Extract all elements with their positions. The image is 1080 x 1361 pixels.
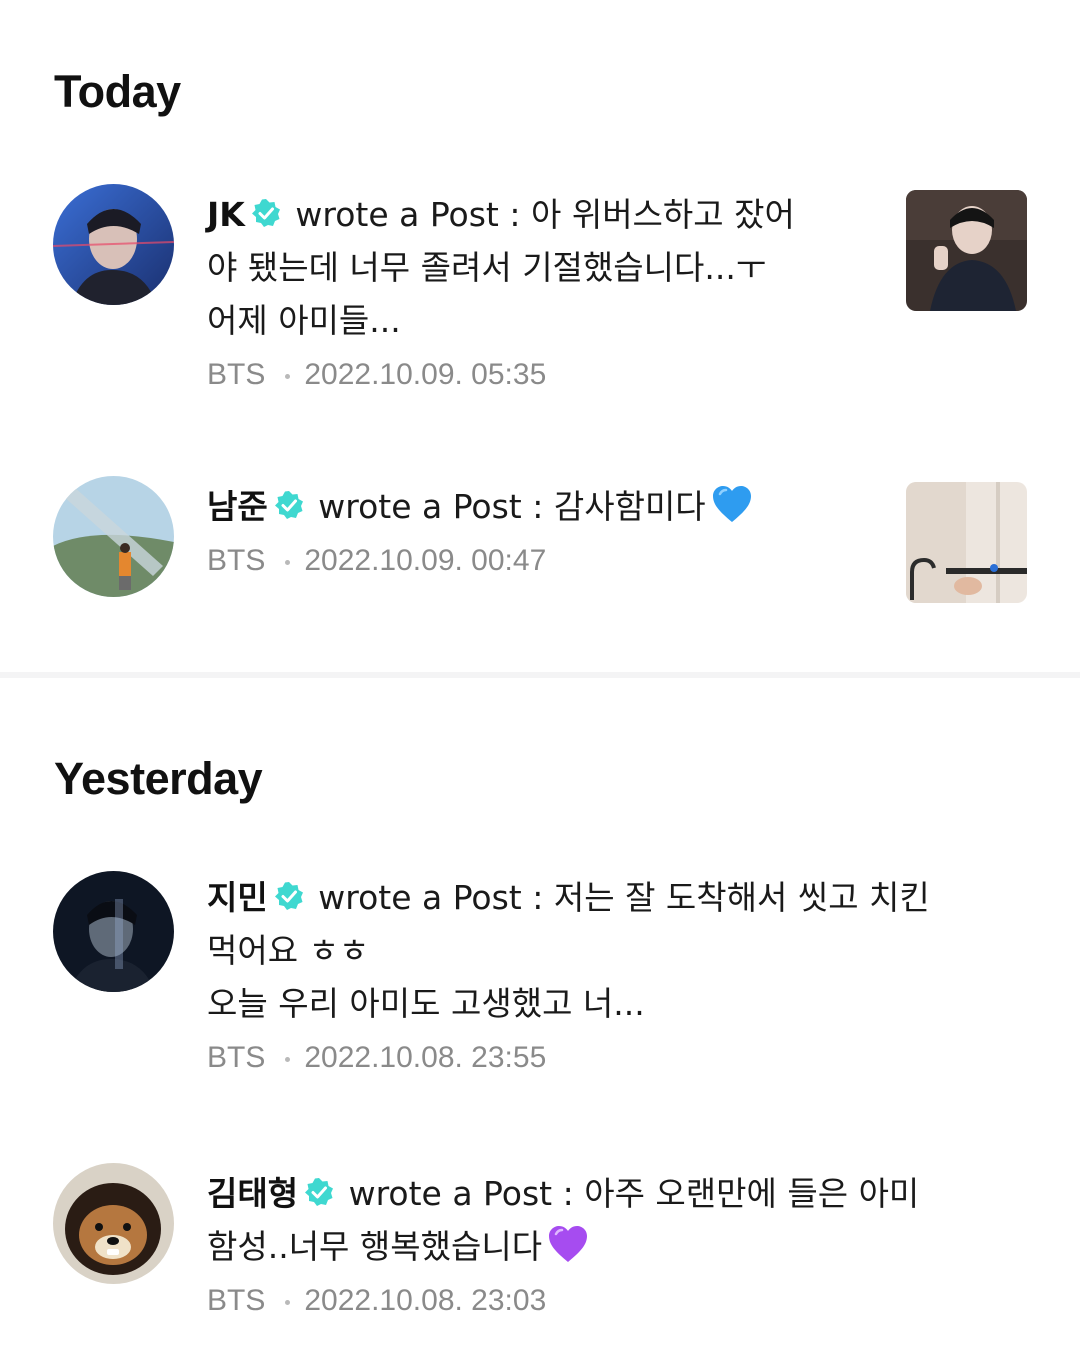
action-text: wrote a Post : [318, 487, 544, 526]
community-name: BTS [207, 1041, 266, 1074]
community-name: BTS [207, 358, 266, 391]
timestamp: 2022.10.08. 23:03 [304, 1284, 547, 1317]
post-thumbnail[interactable] [906, 482, 1027, 603]
separator-dot [285, 1299, 291, 1305]
community-name: BTS [207, 1284, 266, 1317]
avatar[interactable] [53, 476, 174, 597]
section-today: Today JK wrote a Post : 아 위버스하고 잤어 야 됐는데… [0, 0, 1080, 672]
blue-heart-icon [710, 482, 754, 526]
avatar[interactable] [53, 871, 174, 992]
post-meta: BTS 2022.10.08. 23:55 [207, 1038, 1017, 1078]
author-name: 남준 [207, 487, 268, 526]
verified-badge-icon [274, 881, 304, 911]
post-text: JK wrote a Post : 아 위버스하고 잤어 야 됐는데 너무 졸려… [207, 188, 867, 347]
post-meta: BTS 2022.10.09. 00:47 [207, 541, 887, 581]
avatar[interactable] [53, 1163, 174, 1284]
author-name: JK [207, 195, 245, 234]
post-excerpt: 감사함미다 [553, 487, 706, 526]
community-name: BTS [207, 544, 266, 577]
timestamp: 2022.10.09. 05:35 [304, 358, 547, 391]
post-meta: BTS 2022.10.08. 23:03 [207, 1281, 1017, 1321]
purple-heart-icon [546, 1222, 590, 1266]
verified-badge-icon [274, 490, 304, 520]
author-name: 김태형 [207, 1174, 299, 1213]
action-text: wrote a Post : [348, 1174, 574, 1213]
verified-badge-icon [304, 1177, 334, 1207]
verified-badge-icon [251, 198, 281, 228]
post-text: 김태형 wrote a Post : 아주 오랜만에 들은 아미 함성..너무 … [207, 1167, 1017, 1273]
section-title-today: Today [54, 66, 181, 117]
timestamp: 2022.10.09. 00:47 [304, 544, 547, 577]
action-text: wrote a Post : [295, 195, 521, 234]
section-yesterday: Yesterday 지민 wrote a Post : 저는 잘 도착해서 씻고… [0, 678, 1080, 1361]
post-text: 남준 wrote a Post : 감사함미다 [207, 480, 887, 533]
post-text: 지민 wrote a Post : 저는 잘 도착해서 씻고 치킨 먹어요 ㅎㅎ… [207, 871, 1017, 1030]
post-excerpt: 저는 잘 도착해서 씻고 치킨 먹어요 ㅎㅎ 오늘 우리 아미도 고생했고 너.… [207, 878, 930, 1023]
author-name: 지민 [207, 878, 268, 917]
timestamp: 2022.10.08. 23:55 [304, 1041, 547, 1074]
separator-dot [285, 1056, 291, 1062]
section-title-yesterday: Yesterday [54, 753, 263, 804]
avatar[interactable] [53, 184, 174, 305]
post-meta: BTS 2022.10.09. 05:35 [207, 355, 867, 395]
action-text: wrote a Post : [318, 878, 544, 917]
post-thumbnail[interactable] [906, 190, 1027, 311]
separator-dot [285, 373, 291, 379]
separator-dot [285, 559, 291, 565]
